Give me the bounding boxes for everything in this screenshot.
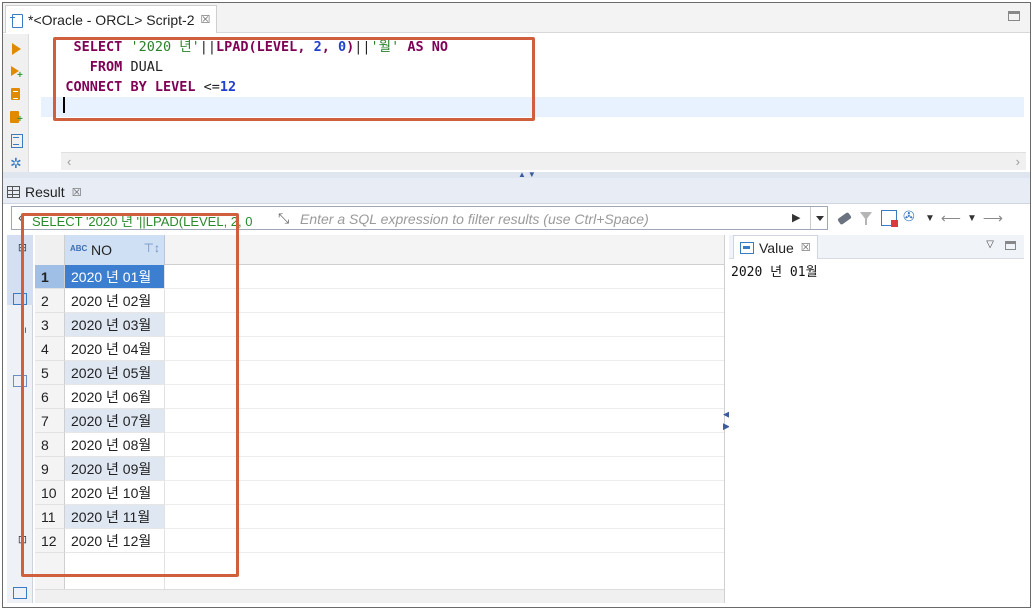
tab-value[interactable]: Value ☒ — [733, 235, 818, 259]
chevron-down-icon[interactable]: ▼ — [967, 213, 977, 224]
maximize-icon[interactable] — [1008, 11, 1020, 21]
result-tab-label: Result — [25, 184, 65, 200]
editor-tab-bar: *<Oracle - ORCL> Script-2 ☒ — [3, 3, 1030, 33]
close-icon[interactable]: ☒ — [72, 186, 82, 199]
editor-horizontal-scrollbar[interactable]: ‹ › — [61, 152, 1026, 170]
close-icon[interactable]: ☒ — [201, 13, 211, 26]
back-arrow-icon[interactable]: ⟵ — [941, 210, 961, 227]
value-viewer-icon — [740, 241, 754, 254]
view-menu-icon[interactable]: ▽ — [986, 239, 994, 250]
tab-title: *<Oracle - ORCL> Script-2 — [28, 11, 195, 28]
result-tab-bar: Result ☒ — [3, 178, 1030, 204]
value-panel: Value ☒ ▽ 2020 년 01월 — [729, 235, 1024, 603]
filter-settings-icon[interactable] — [881, 210, 898, 227]
settings-icon[interactable] — [9, 155, 23, 172]
execute-script-new-tab-icon[interactable] — [9, 111, 23, 125]
execute-script-icon[interactable] — [9, 88, 23, 102]
record-mode-icon[interactable] — [13, 587, 27, 599]
close-icon[interactable]: ☒ — [801, 241, 811, 254]
editor-side-toolbar — [3, 34, 29, 172]
grid-horizontal-scrollbar[interactable] — [35, 589, 724, 603]
filter-toolbar: ▼ ⟵ ▼ ⟶ — [837, 206, 1003, 230]
explain-plan-icon[interactable] — [9, 134, 23, 148]
highlight-box-query — [53, 37, 535, 121]
dbeaver-window: *<Oracle - ORCL> Script-2 ☒ SELECT '2020… — [2, 2, 1031, 608]
value-tab-label: Value — [759, 239, 794, 256]
tab-script-2[interactable]: *<Oracle - ORCL> Script-2 ☒ — [5, 5, 218, 33]
filter-history-dropdown[interactable] — [810, 207, 829, 229]
execute-statement-icon[interactable] — [9, 42, 23, 56]
apply-filter-icon[interactable]: ▶ — [792, 211, 800, 224]
execute-new-tab-icon[interactable] — [9, 66, 23, 81]
scroll-left-icon[interactable]: ‹ — [67, 154, 71, 169]
highlight-box-results — [21, 213, 239, 577]
link-icon[interactable] — [903, 208, 919, 226]
expand-icon[interactable]: ⤡ — [278, 210, 289, 227]
scroll-right-icon[interactable]: › — [1016, 154, 1020, 169]
forward-arrow-icon[interactable]: ⟶ — [983, 210, 1003, 227]
filter-placeholder: Enter a SQL expression to filter results… — [300, 211, 649, 227]
chevron-down-icon[interactable]: ▼ — [925, 213, 935, 224]
grid-icon — [7, 186, 20, 198]
funnel-icon[interactable] — [859, 210, 875, 226]
maximize-icon[interactable] — [1005, 241, 1016, 250]
tab-result[interactable]: Result ☒ — [7, 180, 82, 204]
script-icon — [10, 13, 24, 28]
value-content[interactable]: 2020 년 01월 — [731, 261, 818, 280]
value-tab-bar: Value ☒ ▽ — [729, 235, 1024, 259]
eraser-icon[interactable] — [837, 210, 853, 226]
sql-editor[interactable]: SELECT '2020 년'||LPAD(LEVEL, 2, 0)||'월' … — [3, 34, 1030, 172]
